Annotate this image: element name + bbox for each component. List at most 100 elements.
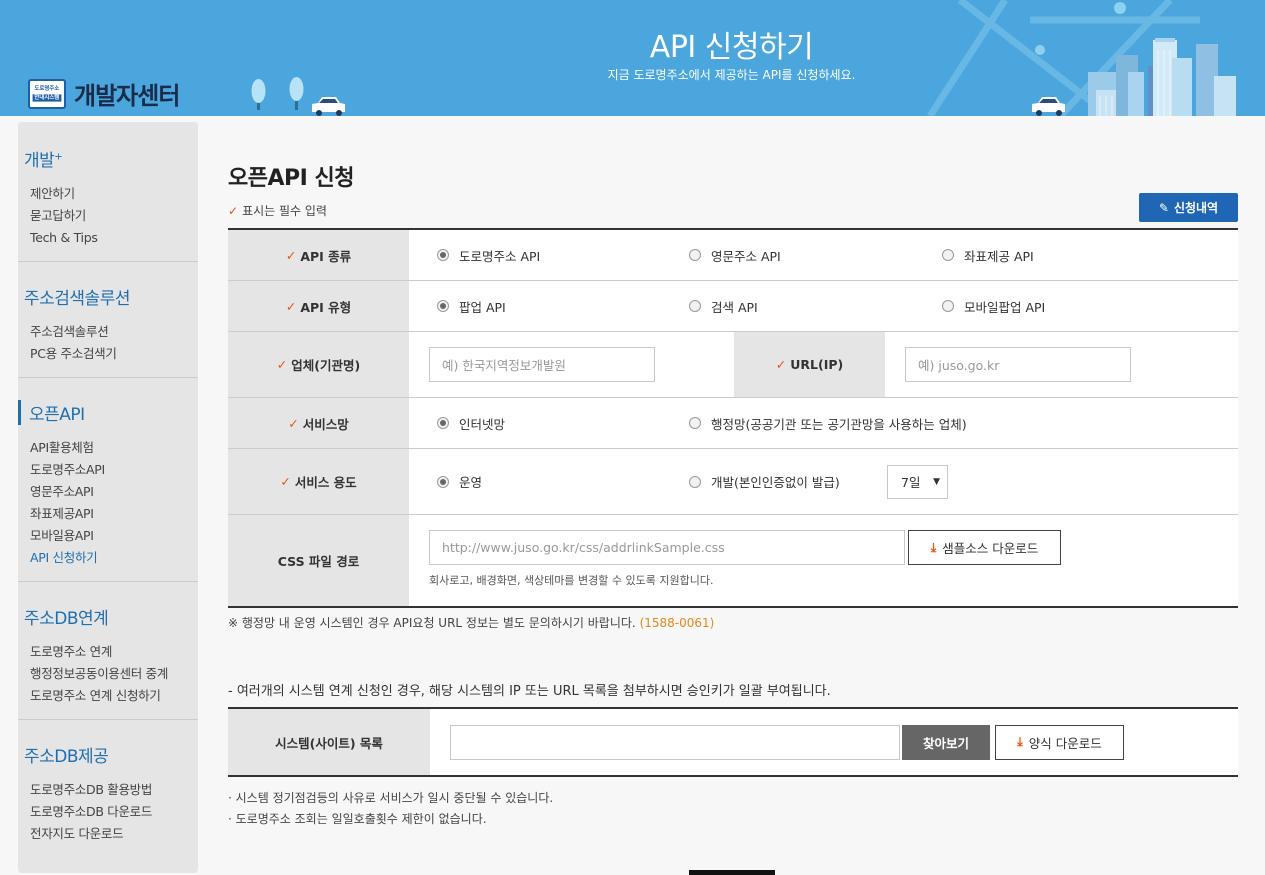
edit-list-icon: ✎	[1158, 200, 1169, 215]
check-icon: ✓	[280, 474, 291, 489]
radio-dot	[689, 249, 701, 261]
sidebar-item-english-api[interactable]: 영문주소API	[24, 481, 198, 503]
sidebar-title-db-provide[interactable]: 주소DB제공	[24, 742, 198, 767]
sidebar-item-api-apply[interactable]: API 신청하기	[24, 547, 198, 569]
sidebar-section-openapi: 오픈API API활용체험 도로명주소API 영문주소API 좌표제공API 모…	[18, 378, 198, 582]
sidebar-title-dev[interactable]: 개발+	[24, 146, 198, 171]
radio-label: 팝업 API	[459, 299, 506, 315]
field-usage: 운영 개발(본인인증없이 발급) 7일 ▼	[409, 449, 1238, 514]
check-icon: ✓	[276, 357, 288, 372]
sidebar-section-solution: 주소검색솔루션 주소검색솔루션 PC용 주소검색기	[18, 262, 198, 378]
radio-popup-api[interactable]: 팝업 API	[437, 297, 506, 316]
label-url-text: URL(IP)	[790, 357, 844, 372]
sidebar-item-coord-api[interactable]: 좌표제공API	[24, 503, 198, 525]
field-api-kind: 도로명주소 API 영문주소 API 좌표제공 API	[409, 230, 1238, 280]
label-api-type-text: API 유형	[300, 299, 352, 315]
css-path-input[interactable]: http://www.juso.go.kr/css/addrlinkSample…	[429, 530, 905, 565]
sidebar-title-openapi[interactable]: 오픈API	[18, 400, 198, 425]
system-list-table: 시스템(사이트) 목록 찾아보기 ⤓ 양식 다운로드	[228, 707, 1238, 777]
label-company: ✓ 업체(기관명)	[228, 332, 409, 397]
field-system-list: 찾아보기 ⤓ 양식 다운로드	[430, 709, 1238, 775]
radio-label: 좌표제공 API	[964, 248, 1034, 264]
radio-search-api[interactable]: 검색 API	[689, 297, 758, 316]
sidebar-item-map-download[interactable]: 전자지도 다운로드	[24, 823, 198, 845]
radio-development[interactable]: 개발(본인인증없이 발급)	[689, 472, 840, 491]
radio-operation[interactable]: 운영	[437, 472, 482, 491]
page-title: 오픈API 신청	[228, 166, 354, 191]
field-company: 예) 한국지역정보개발원	[409, 332, 734, 397]
row-css: CSS 파일 경로 http://www.juso.go.kr/css/addr…	[228, 515, 1238, 606]
sidebar-item-pc-search[interactable]: PC용 주소검색기	[24, 343, 198, 365]
radio-dot	[437, 300, 449, 312]
form-download-label: 양식 다운로드	[1028, 735, 1102, 751]
contact-phone: (1588-0061)	[639, 616, 715, 630]
sidebar-section-db-link: 주소DB연계 도로명주소 연계 행정정보공동이용센터 중계 도로명주소 연계 신…	[18, 582, 198, 720]
url-input[interactable]: 예) juso.go.kr	[905, 347, 1131, 382]
sidebar-item-qna[interactable]: 묻고답하기	[24, 205, 198, 227]
sidebar-title-db-link[interactable]: 주소DB연계	[24, 604, 198, 629]
radio-english-api[interactable]: 영문주소 API	[689, 246, 781, 265]
field-url: 예) juso.go.kr	[885, 332, 1238, 397]
label-css: CSS 파일 경로	[228, 515, 409, 606]
radio-coord-api[interactable]: 좌표제공 API	[942, 246, 1034, 265]
radio-label: 인터넷망	[459, 416, 506, 432]
radio-road-api[interactable]: 도로명주소 API	[437, 246, 540, 265]
check-icon: ✓	[288, 415, 299, 431]
radio-label: 영문주소 API	[711, 248, 781, 264]
sidebar-section-dev: 개발+ 제안하기 묻고답하기 Tech & Tips	[18, 122, 198, 262]
sidebar-item-tech-tips[interactable]: Tech & Tips	[24, 227, 198, 249]
sidebar-section-db-provide: 주소DB제공 도로명주소DB 활용방법 도로명주소DB 다운로드 전자지도 다운…	[18, 720, 198, 857]
admin-notice-text: ※ 행정망 내 운영 시스템인 경우 API요청 URL 정보는 별도 문의하시…	[228, 616, 636, 630]
system-file-input[interactable]	[450, 724, 900, 760]
radio-internet[interactable]: 인터넷망	[437, 414, 505, 433]
radio-dot	[689, 475, 701, 488]
multi-system-note: - 여러개의 시스템 연계 신청인 경우, 해당 시스템의 IP 또는 URL …	[228, 684, 831, 699]
browse-button[interactable]: 찾아보기	[902, 724, 990, 760]
radio-admin-network[interactable]: 행정망(공공기관 또는 공기관망을 사용하는 업체)	[689, 414, 967, 433]
sidebar-item-db-usage[interactable]: 도로명주소DB 활용방법	[24, 779, 198, 801]
download-icon: ⤓	[1017, 734, 1023, 749]
admin-network-notice: ※ 행정망 내 운영 시스템인 경우 API요청 URL 정보는 별도 문의하시…	[228, 614, 714, 631]
sidebar-item-api-demo[interactable]: API활용체험	[24, 437, 198, 459]
radio-label: 검색 API	[711, 299, 758, 315]
sidebar-item-propose[interactable]: 제안하기	[24, 183, 198, 205]
submit-button[interactable]	[689, 870, 775, 875]
logo-badge-bottom: 안내시스템	[32, 94, 62, 102]
sample-download-button[interactable]: ⤓ 샘플소스 다운로드	[908, 530, 1061, 565]
field-css: http://www.juso.go.kr/css/addrlinkSample…	[409, 515, 1238, 606]
bullet-no-limit: · 도로명주소 조회는 일일호출횟수 제한이 없습니다.	[228, 812, 487, 826]
radio-label: 행정망(공공기관 또는 공기관망을 사용하는 업체)	[711, 416, 967, 432]
sample-download-label: 샘플소스 다운로드	[942, 541, 1039, 556]
sidebar-item-road-api[interactable]: 도로명주소API	[24, 459, 198, 481]
company-input[interactable]: 예) 한국지역정보개발원	[429, 347, 655, 382]
field-network: 인터넷망 행정망(공공기관 또는 공기관망을 사용하는 업체)	[409, 398, 1238, 448]
label-company-text: 업체(기관명)	[291, 358, 361, 373]
sidebar-nav: 개발+ 제안하기 묻고답하기 Tech & Tips 주소검색솔루션 주소검색솔…	[18, 122, 198, 873]
logo-badge: 도로명주소 안내시스템	[28, 78, 66, 109]
check-icon: ✓	[285, 247, 297, 263]
sidebar-item-mobile-api[interactable]: 모바일용API	[24, 525, 198, 547]
form-download-button[interactable]: ⤓ 양식 다운로드	[995, 724, 1124, 760]
sidebar-title-dev-plus: +	[54, 151, 63, 163]
header-title: API 신청하기	[649, 30, 814, 65]
row-usage: ✓ 서비스 용도 운영 개발(본인인증없이 발급) 7일 ▼	[228, 449, 1238, 515]
sidebar-title-solution[interactable]: 주소검색솔루션	[24, 284, 198, 309]
label-css-text: CSS 파일 경로	[277, 554, 360, 569]
sidebar-item-gov-relay[interactable]: 행정정보공동이용센터 중계	[24, 663, 198, 685]
radio-label: 운영	[459, 475, 483, 490]
sidebar-item-link-apply[interactable]: 도로명주소 연계 신청하기	[24, 685, 198, 707]
radio-dot	[437, 475, 449, 488]
history-button[interactable]: ✎ 신청내역	[1139, 193, 1238, 222]
label-network: ✓ 서비스망	[228, 398, 409, 448]
radio-mobile-popup-api[interactable]: 모바일팝업 API	[942, 297, 1045, 316]
row-api-kind: ✓ API 종류 도로명주소 API 영문주소 API 좌표제공 API	[228, 230, 1238, 281]
notice-bullets: · 시스템 정기점검등의 사유로 서비스가 일시 중단될 수 있습니다. · 도…	[228, 788, 553, 830]
label-usage: ✓ 서비스 용도	[228, 449, 409, 514]
radio-dot	[437, 249, 449, 261]
sidebar-item-db-download[interactable]: 도로명주소DB 다운로드	[24, 801, 198, 823]
row-company-url: ✓ 업체(기관명) 예) 한국지역정보개발원 ✓ URL(IP) 예) juso.g…	[228, 332, 1238, 398]
period-select[interactable]: 7일 ▼	[887, 464, 948, 499]
sidebar-item-road-link[interactable]: 도로명주소 연계	[24, 641, 198, 663]
check-icon: ✓	[285, 298, 297, 314]
sidebar-item-search-solution[interactable]: 주소검색솔루션	[24, 321, 198, 343]
